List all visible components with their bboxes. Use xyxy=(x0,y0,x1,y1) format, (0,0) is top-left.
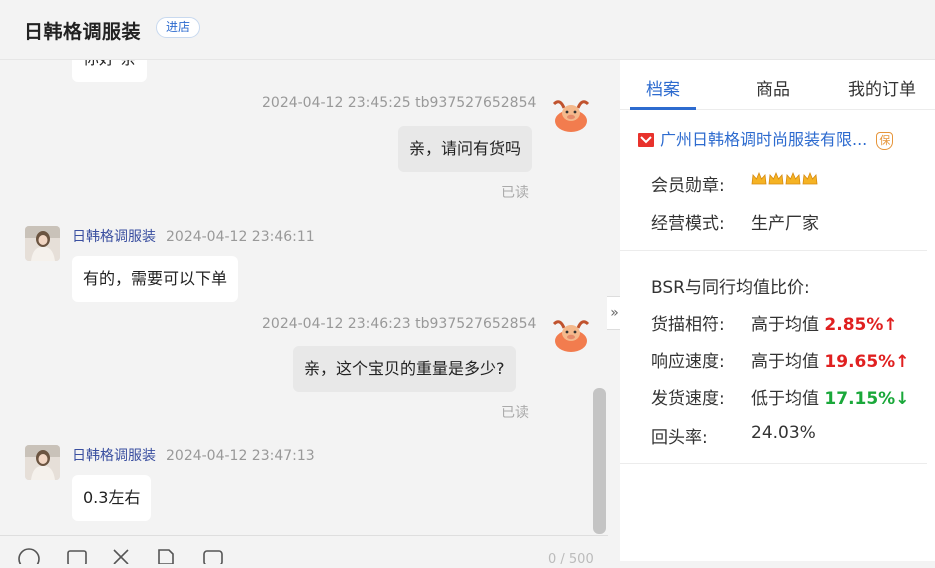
message-bubble: 你好 亲 xyxy=(72,60,148,82)
message-meta: 日韩格调服装 2024-04-12 23:47:13 xyxy=(72,445,315,465)
company-name: 广州日韩格调时尚服装有限... xyxy=(660,130,868,149)
message-text: 你好 亲 xyxy=(83,60,136,68)
member-crowns xyxy=(751,171,818,192)
chat-area: 你好 亲 2024-04-12 23:45:25 tb937527652854 … xyxy=(0,60,608,561)
sender-name: 日韩格调服装 xyxy=(72,448,156,464)
arrow-up-icon: ↑ xyxy=(895,352,910,372)
business-mode-value: 生产厂家 xyxy=(751,214,819,234)
metric-compare: 低于均值 xyxy=(751,389,819,409)
message-meta: 日韩格调服装 2024-04-12 23:46:11 xyxy=(72,226,315,246)
metric-percent: 19.65% xyxy=(824,352,896,372)
read-status: 已读 xyxy=(501,405,529,421)
user-avatar xyxy=(552,316,590,352)
input-toolbar: 0 / 500 xyxy=(0,535,608,568)
repeat-rate-label: 回头率: xyxy=(651,428,708,448)
member-badge-label: 会员勋章: xyxy=(651,176,725,196)
company-link[interactable]: 广州日韩格调时尚服装有限... 保 xyxy=(637,126,894,150)
divider xyxy=(620,463,927,464)
guarantee-icon: 保 xyxy=(876,132,894,150)
divider xyxy=(620,250,927,251)
shop-name: 日韩格调服装 xyxy=(24,21,142,43)
message-meta: 2024-04-12 23:45:25 tb937527652854 xyxy=(262,95,537,111)
metric-value: 高于均值 19.65%↑ xyxy=(751,347,909,372)
enter-shop-button[interactable]: 进店 xyxy=(156,17,201,38)
user-avatar xyxy=(552,96,590,132)
tab-profile[interactable]: 档案 xyxy=(646,75,680,100)
read-status: 已读 xyxy=(501,185,529,201)
info-panel: 档案 商品 我的订单 广州日韩格调时尚服装有限... 保 会员勋章: 经营模式:… xyxy=(620,60,935,561)
metric-label: 响应速度: xyxy=(651,352,725,372)
metric-compare: 高于均值 xyxy=(751,315,819,335)
metric-label: 货描相符: xyxy=(651,315,725,335)
arrow-up-icon: ↑ xyxy=(883,315,898,335)
metric-compare: 高于均值 xyxy=(751,352,819,372)
chat-header: 日韩格调服装 进店 xyxy=(0,0,935,60)
crown-icon xyxy=(802,171,818,187)
metric-label: 发货速度: xyxy=(651,389,725,409)
message-bubble: 0.3左右 xyxy=(72,475,152,521)
arrow-down-icon: ↓ xyxy=(895,389,910,409)
tab-underline xyxy=(630,107,696,110)
emoji-icon[interactable] xyxy=(18,548,40,568)
crown-icon xyxy=(785,171,801,187)
message-time: 2024-04-12 23:46:11 xyxy=(166,229,315,245)
panel-tabs: 档案 商品 我的订单 xyxy=(620,60,935,110)
bsr-title: BSR与同行均值比价: xyxy=(651,278,810,298)
crown-icon xyxy=(751,171,767,187)
metric-value: 高于均值 2.85%↑ xyxy=(751,310,898,335)
crown-icon xyxy=(768,171,784,187)
metric-percent: 17.15% xyxy=(824,389,896,409)
message-text: 亲，这个宝贝的重量是多少? xyxy=(304,359,505,378)
image-icon[interactable] xyxy=(66,548,88,566)
message-text: 有的，需要可以下单 xyxy=(83,269,228,288)
metric-value: 低于均值 17.15%↓ xyxy=(751,384,909,409)
message-text: 亲，请问有货吗 xyxy=(409,139,522,158)
scissors-icon[interactable] xyxy=(110,548,132,565)
shop-avatar xyxy=(25,445,60,480)
shop-avatar xyxy=(25,226,60,261)
shop-icon xyxy=(637,130,655,148)
chat-scrollbar[interactable] xyxy=(593,388,606,534)
history-icon[interactable] xyxy=(202,548,224,566)
repeat-rate-value: 24.03% xyxy=(751,423,816,443)
message-time: 2024-04-12 23:47:13 xyxy=(166,448,315,464)
message-meta: 2024-04-12 23:46:23 tb937527652854 xyxy=(262,316,537,332)
message-bubble: 有的，需要可以下单 xyxy=(72,256,239,302)
metric-percent: 2.85% xyxy=(824,315,884,335)
sender-name: 日韩格调服装 xyxy=(72,229,156,245)
file-icon[interactable] xyxy=(155,548,177,565)
business-mode-label: 经营模式: xyxy=(651,214,725,234)
message-bubble: 亲，这个宝贝的重量是多少? xyxy=(293,346,516,392)
tab-my-orders[interactable]: 我的订单 xyxy=(848,75,916,100)
message-text: 0.3左右 xyxy=(83,488,141,507)
char-counter: 0 / 500 xyxy=(548,552,594,567)
tab-products[interactable]: 商品 xyxy=(756,75,790,100)
message-bubble: 亲，请问有货吗 xyxy=(398,126,533,172)
